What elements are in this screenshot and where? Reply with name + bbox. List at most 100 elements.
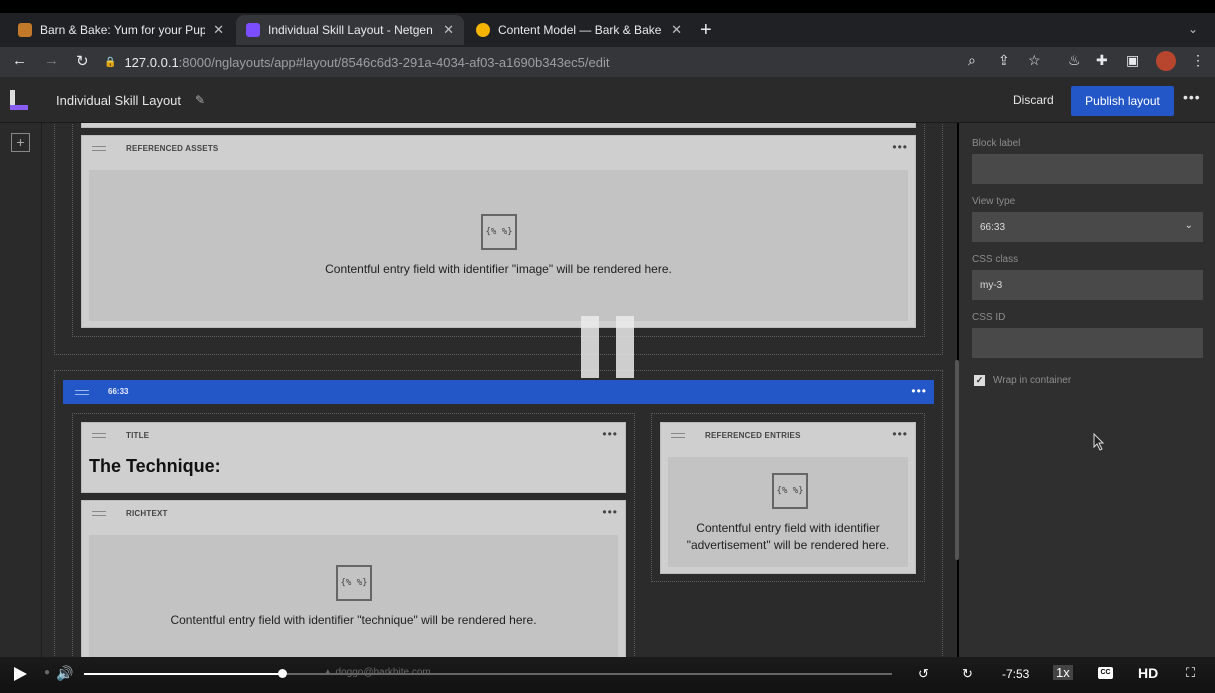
rewind-10-icon[interactable]: ↺ bbox=[918, 666, 929, 682]
properties-panel: Block label View type 66:33 ⌄ CSS class … bbox=[959, 123, 1215, 657]
back-arrow-icon[interactable]: ← bbox=[12, 52, 27, 69]
tab-title: Barn & Bake: Yum for your Pup bbox=[40, 23, 206, 37]
richtext-block[interactable]: RICHTEXT ••• {% %} Contentful entry fiel… bbox=[81, 500, 626, 657]
block-label: REFERENCED ASSETS bbox=[126, 144, 219, 153]
drag-handle-icon[interactable] bbox=[92, 511, 106, 516]
tab-barn-and-bake[interactable]: Barn & Bake: Yum for your Pup ✕ bbox=[8, 15, 234, 45]
render-message-line1: Contentful entry field with identifier bbox=[696, 521, 880, 535]
forward-arrow-icon[interactable]: → bbox=[44, 52, 59, 69]
template-placeholder-icon: {% %} bbox=[336, 565, 372, 601]
volume-knob[interactable] bbox=[278, 669, 287, 678]
block-header: REFERENCED ASSETS ••• bbox=[82, 136, 915, 160]
referenced-entries-block[interactable]: REFERENCED ENTRIES ••• {% %} Contentful … bbox=[660, 422, 916, 574]
row-options-icon[interactable]: ••• bbox=[911, 384, 927, 398]
drag-handle-icon[interactable] bbox=[671, 433, 685, 438]
lock-icon: 🔒 bbox=[104, 56, 117, 68]
block-label: RICHTEXT bbox=[126, 509, 168, 518]
block-options-icon[interactable]: ••• bbox=[892, 140, 908, 154]
netgen-layouts-logo-icon[interactable] bbox=[10, 90, 30, 110]
close-tab-icon[interactable]: ✕ bbox=[213, 22, 224, 38]
fullscreen-icon[interactable]: ⛶ bbox=[1186, 665, 1195, 681]
css-id-label: CSS ID bbox=[972, 312, 1006, 323]
reload-icon[interactable]: ↻ bbox=[76, 52, 89, 70]
volume-icon[interactable]: 🔊 bbox=[56, 665, 73, 682]
drag-handle-icon[interactable] bbox=[92, 433, 106, 438]
block-label: TITLE bbox=[126, 431, 150, 440]
url-path: :8000/nglayouts/app#layout/8546c6d3-291a… bbox=[178, 54, 610, 70]
block-options-icon[interactable]: ••• bbox=[892, 427, 908, 441]
time-remaining: -7:53 bbox=[1002, 667, 1030, 681]
add-block-icon[interactable]: + bbox=[11, 133, 30, 152]
block-header: TITLE ••• bbox=[82, 423, 625, 447]
block-header: RICHTEXT ••• bbox=[82, 501, 625, 525]
app-header: Individual Skill Layout ✎ Discard Publis… bbox=[0, 77, 1215, 123]
extensions-puzzle-icon[interactable]: ✚ bbox=[1096, 52, 1108, 69]
side-panel-icon[interactable]: ▣ bbox=[1126, 52, 1139, 69]
previous-block[interactable] bbox=[81, 123, 916, 128]
title-text: The Technique: bbox=[89, 456, 221, 476]
mouse-cursor-icon bbox=[1093, 433, 1105, 451]
close-tab-icon[interactable]: ✕ bbox=[443, 22, 454, 38]
view-type-select[interactable]: 66:33 ⌄ bbox=[972, 212, 1203, 242]
tab-title: Content Model — Bark & Bake bbox=[498, 23, 662, 37]
row-66-33-header[interactable]: 66:33 ••• bbox=[63, 380, 934, 404]
chevron-down-icon[interactable]: ⌄ bbox=[1188, 22, 1198, 36]
playback-speed-button[interactable]: 1x bbox=[1053, 665, 1073, 680]
zoom-icon[interactable]: ⌕ bbox=[968, 52, 976, 69]
block-options-icon[interactable]: ••• bbox=[602, 505, 618, 519]
pencil-icon[interactable]: ✎ bbox=[195, 93, 205, 107]
play-icon[interactable] bbox=[14, 667, 27, 681]
discard-button[interactable]: Discard bbox=[1003, 91, 1064, 109]
title-block[interactable]: TITLE ••• The Technique: bbox=[81, 422, 626, 493]
css-class-label: CSS class bbox=[972, 254, 1019, 265]
block-options-icon[interactable]: ••• bbox=[602, 427, 618, 441]
layout-canvas: REFERENCED ASSETS ••• {% %} Contentful e… bbox=[42, 123, 957, 657]
browser-menu-icon[interactable]: ⋮ bbox=[1191, 52, 1205, 69]
screen: Barn & Bake: Yum for your Pup ✕ Individu… bbox=[0, 0, 1215, 693]
render-message: Contentful entry field with identifier "… bbox=[170, 613, 537, 627]
left-rail: + bbox=[0, 123, 42, 657]
css-class-input[interactable]: my-3 bbox=[972, 270, 1203, 300]
bookmark-star-icon[interactable]: ☆ bbox=[1028, 52, 1041, 69]
browser-toolbar: ← → ↻ 🔒 127.0.0.1 :8000/nglayouts/app#la… bbox=[0, 47, 1215, 77]
share-icon[interactable]: ⇪ bbox=[998, 52, 1010, 69]
wrap-in-container-checkbox[interactable]: ✓ bbox=[974, 375, 985, 386]
referenced-assets-block[interactable]: REFERENCED ASSETS ••• {% %} Contentful e… bbox=[81, 135, 916, 328]
view-type-label: View type bbox=[972, 196, 1016, 207]
captions-button[interactable]: CC bbox=[1098, 667, 1113, 679]
close-tab-icon[interactable]: ✕ bbox=[671, 22, 682, 38]
block-preview: {% %} Contentful entry field with identi… bbox=[89, 535, 618, 657]
drag-handle-icon[interactable] bbox=[92, 146, 106, 151]
extension-flame-icon[interactable]: ♨ bbox=[1068, 52, 1081, 69]
drag-handle-icon[interactable] bbox=[75, 390, 89, 395]
quality-hd-button[interactable]: HD bbox=[1138, 665, 1158, 681]
template-placeholder-icon: {% %} bbox=[772, 473, 808, 509]
css-id-input[interactable] bbox=[972, 328, 1203, 358]
tab-content-model[interactable]: Content Model — Bark & Bake ✕ bbox=[466, 15, 692, 45]
tab-title: Individual Skill Layout - Netgen bbox=[268, 23, 433, 37]
netgen-favicon-icon bbox=[246, 23, 260, 37]
publish-layout-button[interactable]: Publish layout bbox=[1071, 86, 1174, 116]
render-message-line2: "advertisement" will be rendered here. bbox=[686, 538, 890, 552]
forward-10-icon[interactable]: ↻ bbox=[962, 666, 973, 682]
browser-tabstrip: Barn & Bake: Yum for your Pup ✕ Individu… bbox=[0, 13, 1215, 47]
new-tab-icon[interactable]: + bbox=[700, 19, 712, 42]
row-label: 66:33 bbox=[108, 387, 129, 396]
block-preview: {% %} Contentful entry field with identi… bbox=[89, 170, 908, 321]
profile-avatar[interactable] bbox=[1156, 51, 1176, 71]
address-bar[interactable]: 🔒 127.0.0.1 :8000/nglayouts/app#layout/8… bbox=[104, 50, 964, 74]
block-header: REFERENCED ENTRIES ••• bbox=[661, 423, 915, 447]
block-label-input[interactable] bbox=[972, 154, 1203, 184]
video-player-bar: ● ▲ doggo@barkbite.com 🔊 ↺ ↻ -7:53 1x CC… bbox=[0, 657, 1215, 693]
video-progress-bar[interactable] bbox=[287, 673, 892, 675]
block-preview: {% %} Contentful entry field with identi… bbox=[668, 457, 908, 567]
tab-individual-skill-layout[interactable]: Individual Skill Layout - Netgen ✕ bbox=[236, 15, 464, 45]
layout-title[interactable]: Individual Skill Layout bbox=[56, 93, 181, 108]
template-placeholder-icon: {% %} bbox=[481, 214, 517, 250]
contentful-favicon-icon bbox=[476, 23, 490, 37]
render-message: Contentful entry field with identifier "… bbox=[325, 262, 672, 276]
volume-slider[interactable] bbox=[84, 673, 281, 675]
more-options-icon[interactable]: ••• bbox=[1183, 89, 1201, 105]
wrap-in-container-label: Wrap in container bbox=[993, 375, 1072, 386]
block-label-label: Block label bbox=[972, 138, 1021, 149]
